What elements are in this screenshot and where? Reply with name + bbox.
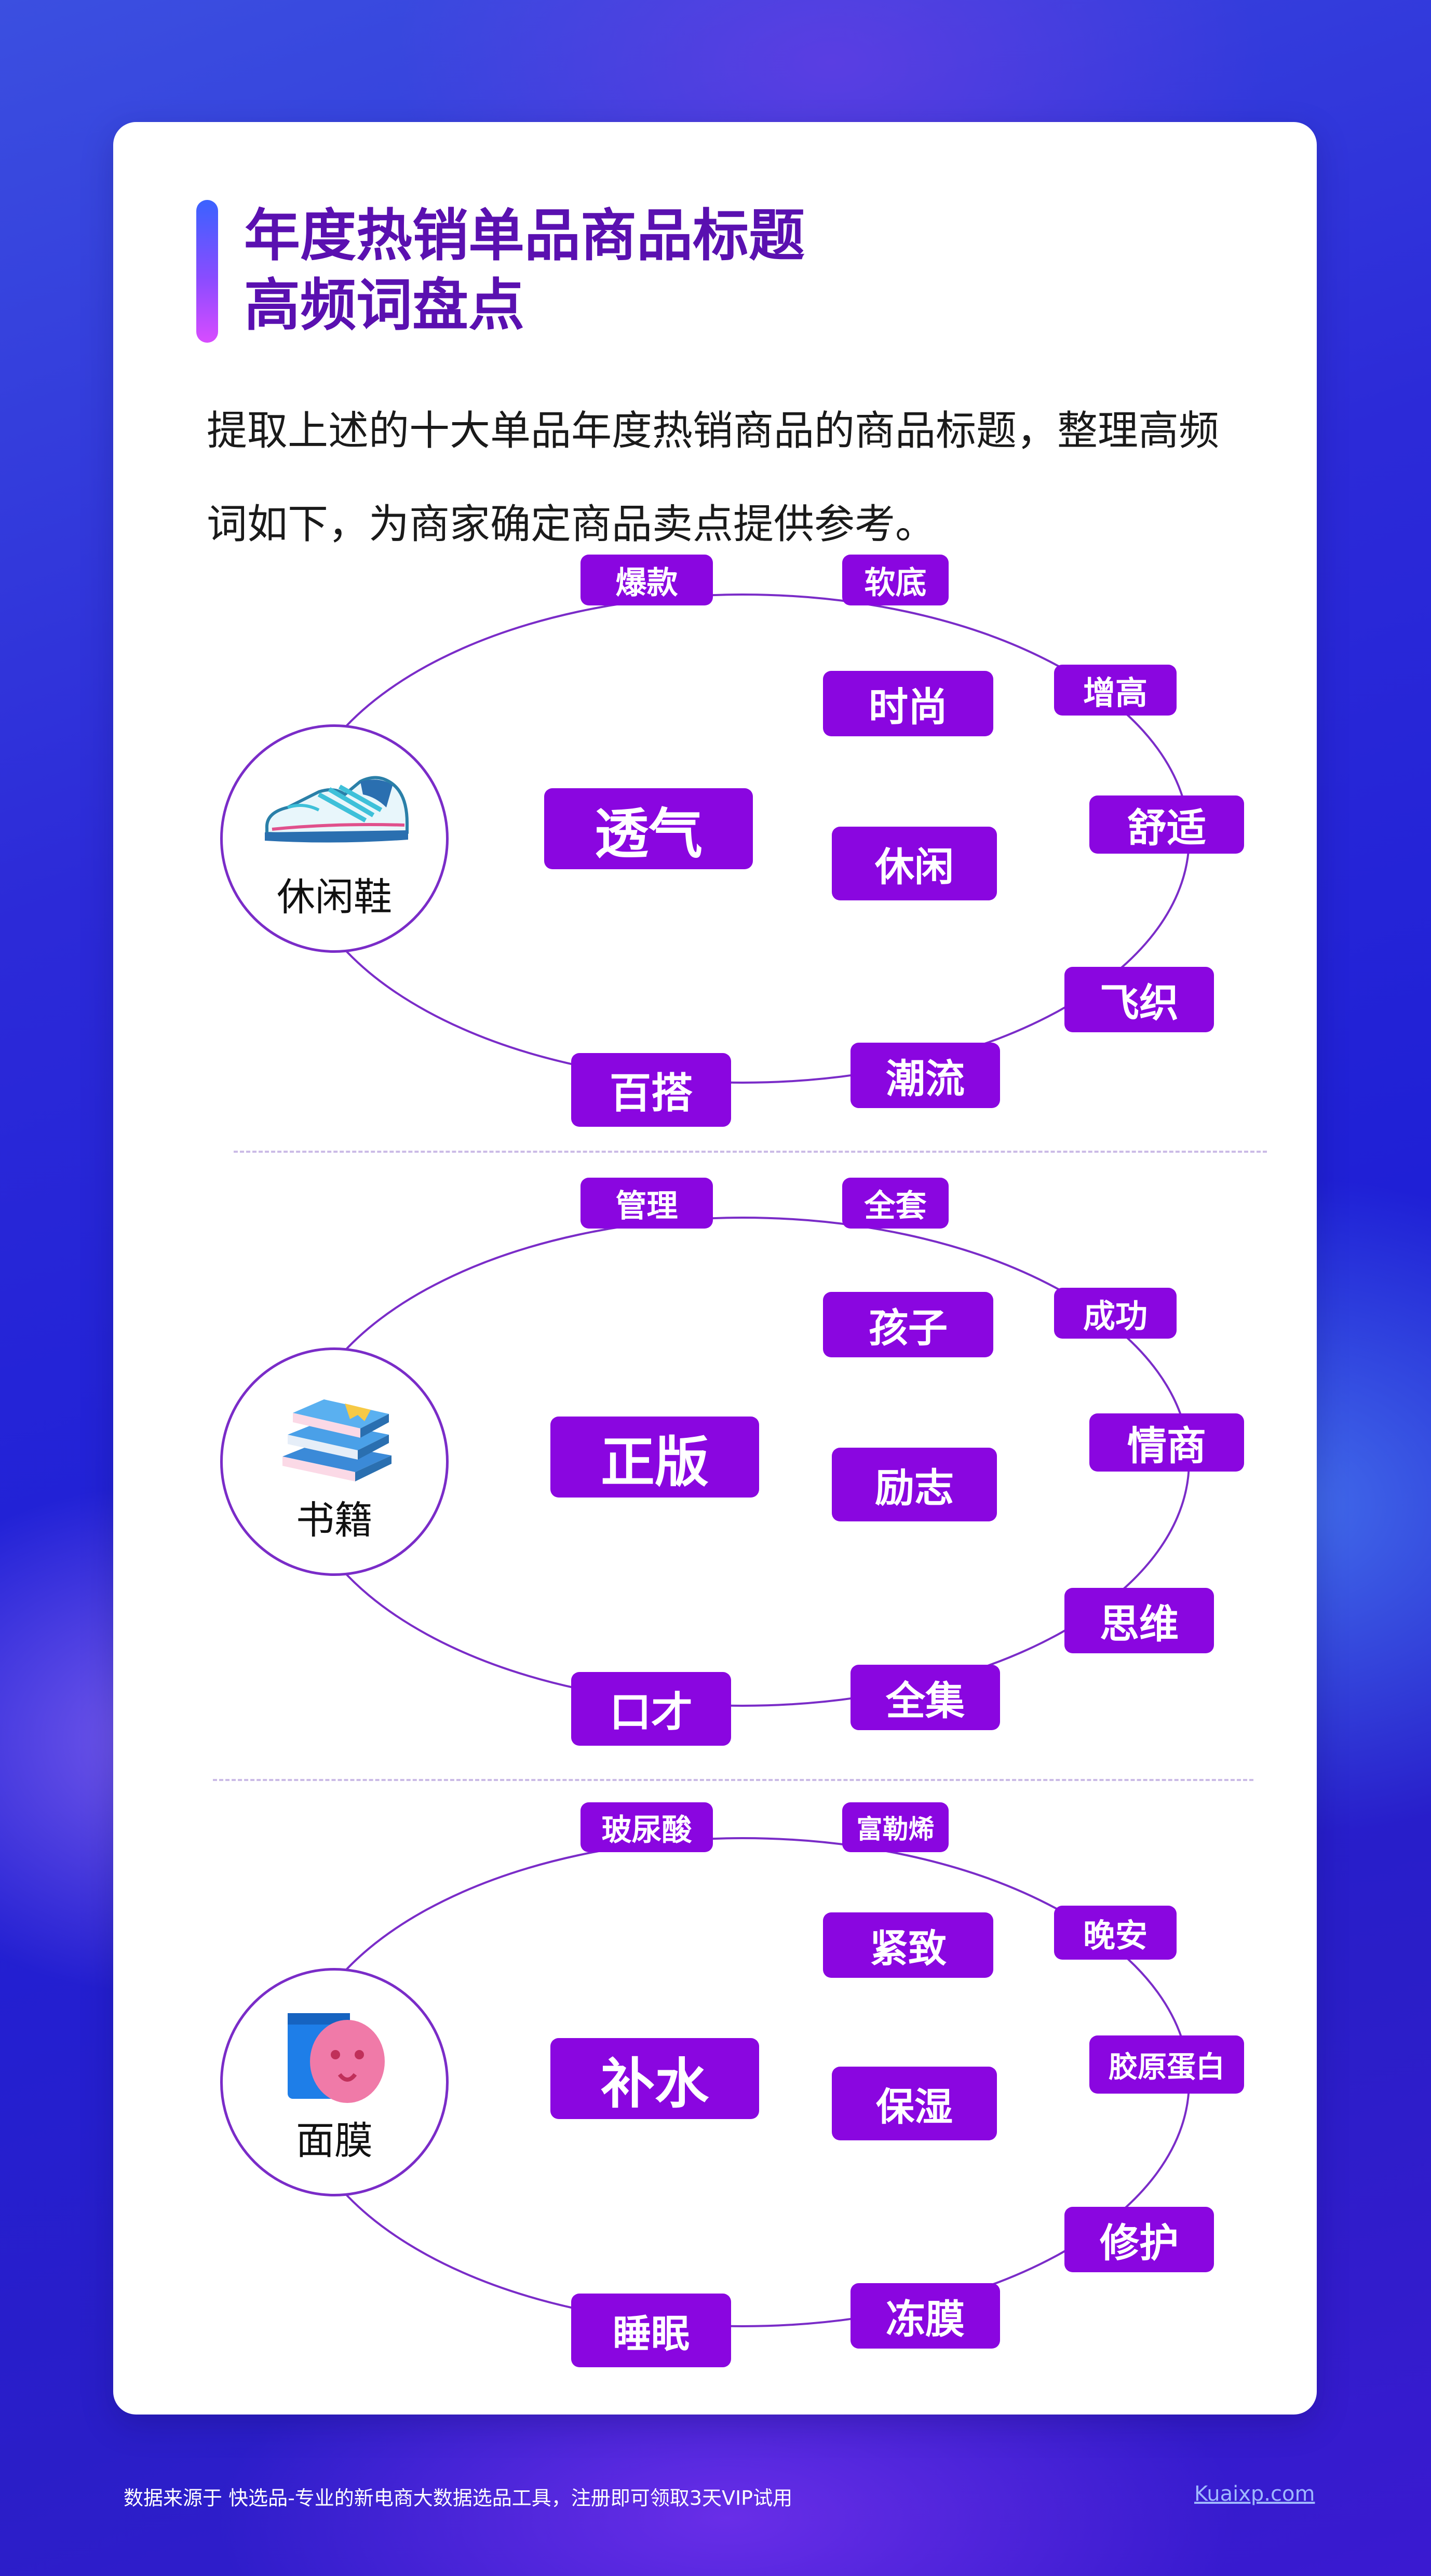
main-keyword-tag: 补水 (550, 2038, 759, 2119)
keyword-tag: 晚安 (1054, 1906, 1177, 1960)
main-keyword-tag: 透气 (544, 788, 753, 869)
title-accent-bar (196, 200, 218, 343)
section-divider (234, 1151, 1267, 1153)
keyword-tag: 修护 (1064, 2207, 1214, 2272)
keyword-tag: 保湿 (832, 2067, 997, 2140)
main-keyword-tag: 正版 (550, 1417, 759, 1498)
keyword-tag: 情商 (1089, 1413, 1244, 1472)
category-badge: 休闲鞋 (220, 724, 449, 953)
keyword-tag: 冻膜 (851, 2283, 1000, 2349)
keyword-tag: 增高 (1054, 665, 1177, 716)
keyword-tag: 富勒烯 (842, 1802, 949, 1852)
keyword-tag: 成功 (1054, 1288, 1177, 1339)
title-line-2: 高频词盘点 (244, 273, 525, 338)
keyword-tag: 管理 (580, 1178, 713, 1229)
keyword-tag: 全集 (851, 1665, 1000, 1730)
category-label: 休闲鞋 (277, 875, 392, 920)
keyword-tag: 飞织 (1064, 967, 1214, 1032)
keyword-section-shoes: 休闲鞋 爆款 软底 增高 舒适 飞织 潮流 百搭 时尚 休闲 透气 (0, 555, 1431, 1142)
face-mask-icon (277, 2007, 392, 2108)
keyword-tag: 休闲 (832, 827, 997, 900)
keyword-tag: 全套 (842, 1178, 949, 1229)
keyword-tag: 孩子 (823, 1292, 993, 1357)
keyword-tag: 舒适 (1089, 795, 1244, 854)
title-line-1: 年度热销单品商品标题 (244, 204, 805, 268)
category-label: 书籍 (296, 1498, 373, 1543)
keyword-tag: 时尚 (823, 671, 993, 736)
keyword-tag: 睡眠 (571, 2294, 731, 2367)
section-divider (213, 1779, 1253, 1781)
category-label: 面膜 (296, 2119, 373, 2163)
intro-text: 提取上述的十大单品年度热销商品的商品标题，整理高频 词如下，为商家确定商品卖点提… (207, 384, 1245, 571)
data-source-note: 数据来源于 快选品-专业的新电商大数据选品工具，注册即可领取3天VIP试用 (124, 2487, 793, 2510)
intro-line-1: 提取上述的十大单品年度热销商品的商品标题，整理高频 (207, 408, 1220, 454)
keyword-section-masks: 面膜 玻尿酸 富勒烯 晚安 胶原蛋白 修护 冻膜 睡眠 紧致 保湿 补水 (0, 1799, 1431, 2386)
keyword-tag: 胶原蛋白 (1089, 2035, 1244, 2094)
keyword-section-books: 书籍 管理 全套 成功 情商 思维 全集 口才 孩子 励志 正版 (0, 1178, 1431, 1765)
category-badge: 书籍 (220, 1347, 449, 1576)
keyword-tag: 思维 (1064, 1588, 1214, 1653)
keyword-tag: 潮流 (851, 1043, 1000, 1108)
keyword-tag: 百搭 (571, 1053, 731, 1127)
keyword-tag: 爆款 (580, 555, 713, 605)
page-title: 年度热销单品商品标题 高频词盘点 (244, 201, 1231, 341)
keyword-tag: 紧致 (823, 1912, 993, 1978)
keyword-tag: 软底 (842, 555, 949, 605)
keyword-tag: 励志 (832, 1448, 997, 1521)
keyword-tag: 玻尿酸 (580, 1802, 713, 1852)
category-badge: 面膜 (220, 1968, 449, 2196)
keyword-tag: 口才 (571, 1672, 731, 1746)
website-link[interactable]: Kuaixp.com (1194, 2482, 1315, 2506)
books-icon (272, 1394, 397, 1485)
sneaker-icon (256, 771, 412, 851)
